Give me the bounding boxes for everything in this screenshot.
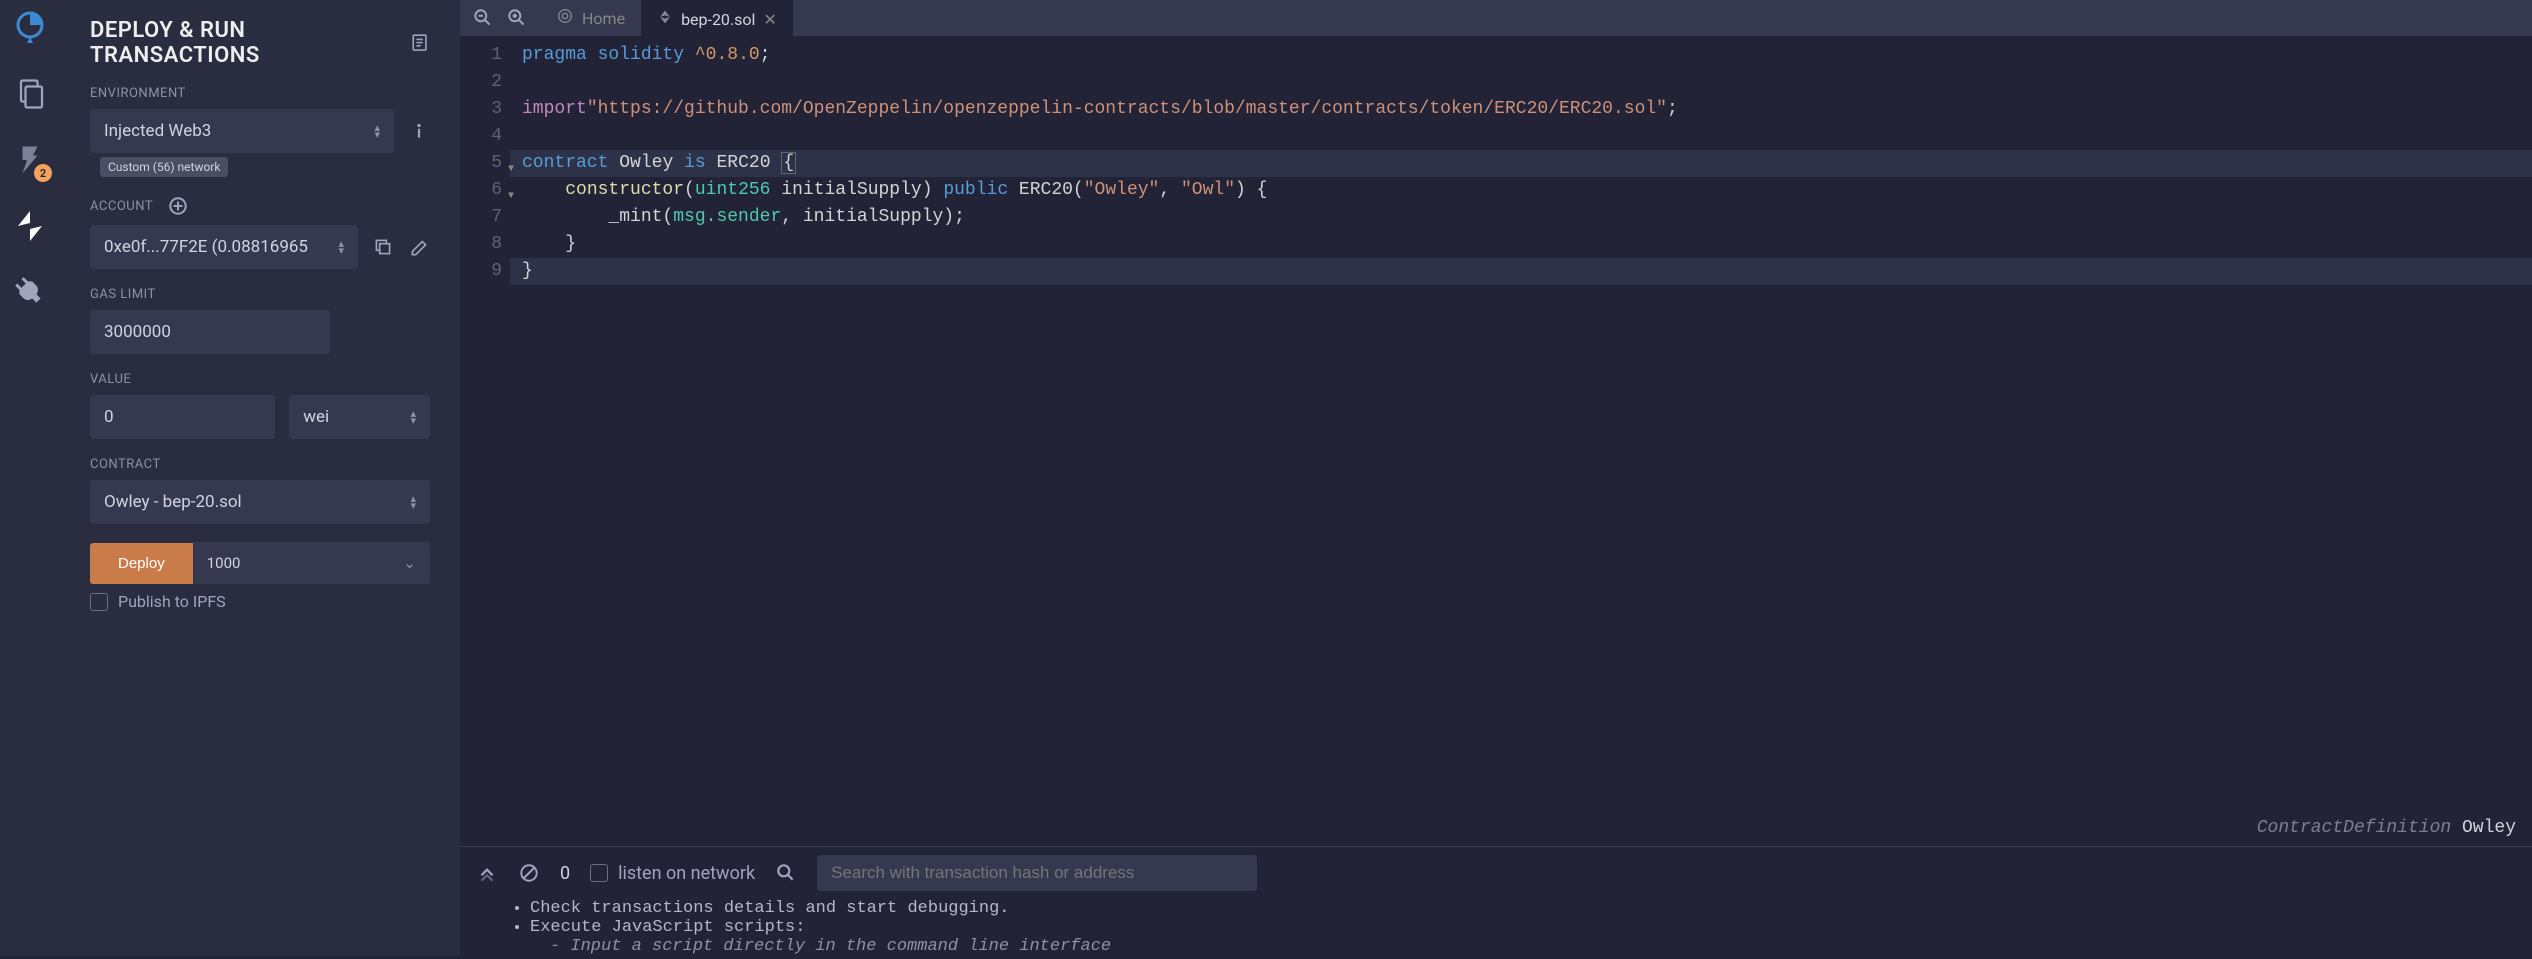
account-label: ACCOUNT: [90, 199, 153, 214]
code-editor[interactable]: 1 2 3 4 5▼ 6▼ 7 8 9 pragma solidity ^0.8…: [460, 36, 2532, 846]
gas-input[interactable]: 3000000: [90, 310, 330, 354]
tab-file[interactable]: bep-20.sol ✕: [641, 0, 793, 37]
collapse-icon[interactable]: [476, 862, 498, 884]
breadcrumb: ContractDefinition Owley: [2257, 818, 2516, 838]
chevron-updown-icon: ▴▾: [410, 495, 416, 509]
chevron-updown-icon: ▴▾: [338, 240, 344, 254]
fold-icon: ▼: [508, 183, 514, 210]
deploy-button[interactable]: Deploy: [90, 543, 193, 584]
pending-count: 0: [560, 863, 570, 884]
close-tab-icon[interactable]: ✕: [763, 10, 776, 29]
chevron-updown-icon: ▴▾: [374, 124, 380, 138]
account-select[interactable]: 0xe0f...77F2E (0.08816965 ▴▾: [90, 225, 358, 269]
info-icon[interactable]: [408, 120, 430, 142]
search-icon[interactable]: [775, 862, 797, 884]
compiler-badge: 2: [34, 164, 52, 182]
value-unit-select[interactable]: wei ▴▾: [289, 395, 430, 439]
tab-home[interactable]: Home: [540, 0, 641, 37]
value-input[interactable]: 0: [90, 395, 275, 439]
plugin-icon[interactable]: [12, 274, 48, 310]
logo-icon[interactable]: [12, 10, 48, 46]
chevron-down-icon[interactable]: ⌄: [403, 554, 416, 572]
deploy-param-input[interactable]: 1000 ⌄: [193, 542, 430, 584]
gas-label: GAS LIMIT: [90, 287, 430, 302]
line-gutter: 1 2 3 4 5▼ 6▼ 7 8 9: [460, 36, 510, 846]
add-account-icon[interactable]: [167, 195, 189, 217]
file-explorer-icon[interactable]: [12, 76, 48, 112]
copy-icon[interactable]: [372, 236, 394, 258]
deploy-icon[interactable]: [12, 208, 48, 244]
chevron-updown-icon: ▴▾: [410, 410, 416, 424]
solidity-icon: [657, 9, 673, 29]
publish-ipfs-label: Publish to IPFS: [118, 592, 226, 611]
terminal-output: Check transactions details and start deb…: [460, 899, 2532, 956]
network-pill: Custom (56) network: [100, 157, 228, 177]
panel-title: DEPLOY & RUN TRANSACTIONS: [90, 18, 409, 68]
deploy-panel: DEPLOY & RUN TRANSACTIONS ENVIRONMENT In…: [60, 0, 460, 956]
home-icon: [556, 7, 574, 29]
environment-select[interactable]: Injected Web3 ▴▾: [90, 109, 394, 153]
fold-icon: ▼: [508, 156, 514, 183]
icon-sidebar: 2: [0, 0, 60, 956]
publish-ipfs-checkbox[interactable]: [90, 593, 108, 611]
docs-icon[interactable]: [409, 32, 430, 53]
listen-label: listen on network: [618, 863, 755, 884]
code-content[interactable]: pragma solidity ^0.8.0; import"https://g…: [510, 36, 2532, 846]
main-area: Home bep-20.sol ✕ 1 2 3 4 5▼ 6▼ 7 8 9 pr…: [460, 0, 2532, 956]
value-label: VALUE: [90, 372, 430, 387]
terminal-search-input[interactable]: [817, 855, 1257, 891]
zoom-out-icon[interactable]: [472, 7, 494, 29]
terminal: 0 listen on network Check transactions d…: [460, 846, 2532, 956]
listen-checkbox[interactable]: [590, 864, 608, 882]
contract-select[interactable]: Owley - bep-20.sol ▴▾: [90, 480, 430, 524]
clear-icon[interactable]: [518, 862, 540, 884]
edit-icon[interactable]: [408, 236, 430, 258]
compiler-icon[interactable]: 2: [12, 142, 48, 178]
environment-label: ENVIRONMENT: [90, 86, 430, 101]
contract-label: CONTRACT: [90, 457, 430, 472]
editor-toolbar: Home bep-20.sol ✕: [460, 0, 2532, 36]
zoom-in-icon[interactable]: [506, 7, 528, 29]
